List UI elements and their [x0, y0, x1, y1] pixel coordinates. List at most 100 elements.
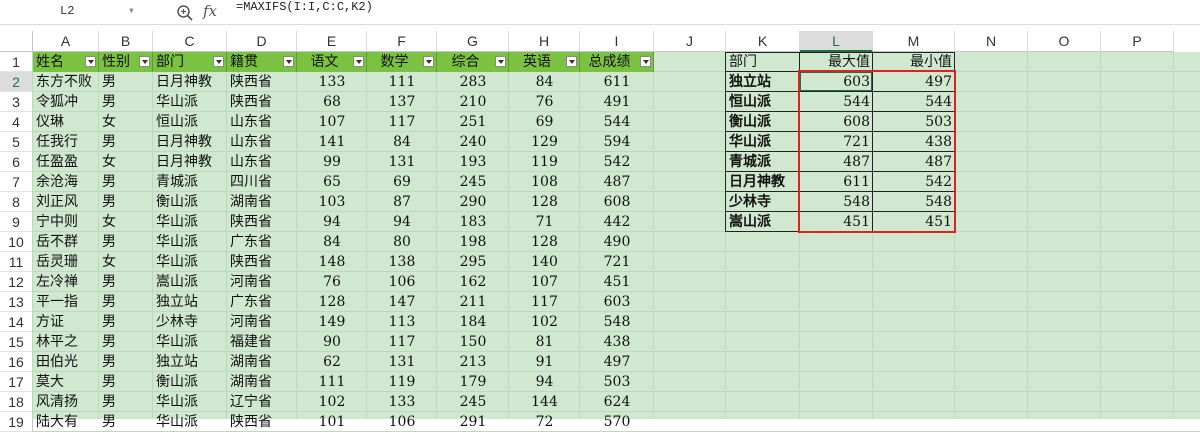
table-cell[interactable]: 283 — [437, 72, 509, 92]
table-cell[interactable]: 山东省 — [227, 112, 297, 132]
table-cell[interactable]: 男 — [99, 392, 153, 412]
table-cell[interactable]: 183 — [437, 212, 509, 232]
table-header-cell[interactable]: 籍贯 — [227, 52, 297, 72]
table-cell[interactable]: 左冷禅 — [33, 272, 99, 292]
row-header-12[interactable]: 12 — [0, 272, 33, 292]
row-header-3[interactable]: 3 — [0, 92, 33, 112]
table-cell[interactable]: 衡山派 — [153, 192, 227, 212]
table-cell[interactable]: 76 — [297, 272, 367, 292]
table-cell[interactable]: 721 — [580, 252, 654, 272]
table-cell[interactable]: 133 — [297, 72, 367, 92]
table-cell[interactable]: 137 — [367, 92, 437, 112]
filter-dropdown-icon[interactable] — [213, 56, 224, 67]
table-cell[interactable]: 令狐冲 — [33, 92, 99, 112]
table-cell[interactable]: 林平之 — [33, 332, 99, 352]
filter-dropdown-icon[interactable] — [139, 56, 150, 67]
table-cell[interactable]: 179 — [437, 372, 509, 392]
table-cell[interactable]: 69 — [367, 172, 437, 192]
table-cell[interactable]: 男 — [99, 172, 153, 192]
table-cell[interactable]: 陕西省 — [227, 412, 297, 432]
table-cell[interactable]: 余沧海 — [33, 172, 99, 192]
filter-dropdown-icon[interactable] — [423, 56, 434, 67]
table-cell[interactable]: 128 — [297, 292, 367, 312]
table-cell[interactable]: 男 — [99, 192, 153, 212]
column-header-i[interactable]: I — [580, 31, 654, 52]
table-cell[interactable]: 119 — [509, 152, 580, 172]
table-cell[interactable]: 291 — [437, 412, 509, 432]
table-cell[interactable]: 莫大 — [33, 372, 99, 392]
table-cell[interactable]: 华山派 — [153, 392, 227, 412]
table-cell[interactable]: 男 — [99, 232, 153, 252]
row-header-5[interactable]: 5 — [0, 132, 33, 152]
table-cell[interactable]: 141 — [297, 132, 367, 152]
table-cell[interactable]: 111 — [367, 72, 437, 92]
table-cell[interactable]: 548 — [580, 312, 654, 332]
summary-header-cell[interactable]: 部门 — [726, 52, 800, 72]
table-cell[interactable]: 107 — [509, 272, 580, 292]
table-cell[interactable]: 男 — [99, 272, 153, 292]
table-cell[interactable]: 华山派 — [153, 232, 227, 252]
table-cell[interactable]: 198 — [437, 232, 509, 252]
table-cell[interactable]: 日月神教 — [153, 132, 227, 152]
table-cell[interactable]: 131 — [367, 352, 437, 372]
table-cell[interactable]: 149 — [297, 312, 367, 332]
table-cell[interactable]: 华山派 — [153, 252, 227, 272]
filter-dropdown-icon[interactable] — [566, 56, 577, 67]
table-cell[interactable]: 162 — [437, 272, 509, 292]
table-cell[interactable]: 94 — [367, 212, 437, 232]
table-cell[interactable]: 河南省 — [227, 312, 297, 332]
table-cell[interactable]: 任我行 — [33, 132, 99, 152]
table-cell[interactable]: 99 — [297, 152, 367, 172]
table-cell[interactable]: 岳不群 — [33, 232, 99, 252]
table-cell[interactable]: 570 — [580, 412, 654, 432]
table-cell[interactable]: 84 — [509, 72, 580, 92]
table-cell[interactable]: 华山派 — [153, 212, 227, 232]
column-header-l[interactable]: L — [800, 31, 873, 52]
table-cell[interactable]: 117 — [367, 332, 437, 352]
table-cell[interactable]: 衡山派 — [153, 372, 227, 392]
table-cell[interactable]: 四川省 — [227, 172, 297, 192]
filter-dropdown-icon[interactable] — [283, 56, 294, 67]
table-cell[interactable]: 240 — [437, 132, 509, 152]
column-header-g[interactable]: G — [437, 31, 509, 52]
filter-dropdown-icon[interactable] — [85, 56, 96, 67]
table-cell[interactable]: 日月神教 — [153, 152, 227, 172]
table-cell[interactable]: 65 — [297, 172, 367, 192]
table-cell[interactable]: 陕西省 — [227, 212, 297, 232]
table-cell[interactable]: 女 — [99, 152, 153, 172]
row-header-2[interactable]: 2 — [0, 72, 33, 92]
table-cell[interactable]: 男 — [99, 132, 153, 152]
table-cell[interactable]: 岳灵珊 — [33, 252, 99, 272]
summary-cell[interactable]: 少林寺 — [726, 192, 800, 212]
table-cell[interactable]: 490 — [580, 232, 654, 252]
table-cell[interactable]: 491 — [580, 92, 654, 112]
column-header-p[interactable]: P — [1101, 31, 1174, 52]
table-header-cell[interactable]: 语文 — [297, 52, 367, 72]
table-header-cell[interactable]: 总成绩 — [580, 52, 654, 72]
table-cell[interactable]: 211 — [437, 292, 509, 312]
table-cell[interactable]: 107 — [297, 112, 367, 132]
table-cell[interactable]: 544 — [580, 112, 654, 132]
table-cell[interactable]: 245 — [437, 392, 509, 412]
table-cell[interactable]: 81 — [509, 332, 580, 352]
table-cell[interactable]: 80 — [367, 232, 437, 252]
table-cell[interactable]: 245 — [437, 172, 509, 192]
table-cell[interactable]: 恒山派 — [153, 112, 227, 132]
table-cell[interactable]: 男 — [99, 72, 153, 92]
table-cell[interactable]: 62 — [297, 352, 367, 372]
table-cell[interactable]: 144 — [509, 392, 580, 412]
table-cell[interactable]: 独立站 — [153, 292, 227, 312]
table-cell[interactable]: 184 — [437, 312, 509, 332]
row-header-6[interactable]: 6 — [0, 152, 33, 172]
table-cell[interactable]: 男 — [99, 412, 153, 432]
row-header-9[interactable]: 9 — [0, 212, 33, 232]
table-cell[interactable]: 90 — [297, 332, 367, 352]
table-cell[interactable]: 117 — [509, 292, 580, 312]
table-cell[interactable]: 方证 — [33, 312, 99, 332]
table-cell[interactable]: 陕西省 — [227, 252, 297, 272]
row-header-14[interactable]: 14 — [0, 312, 33, 332]
column-header-m[interactable]: M — [873, 31, 955, 52]
table-cell[interactable]: 陕西省 — [227, 72, 297, 92]
table-cell[interactable]: 542 — [580, 152, 654, 172]
table-cell[interactable]: 华山派 — [153, 332, 227, 352]
